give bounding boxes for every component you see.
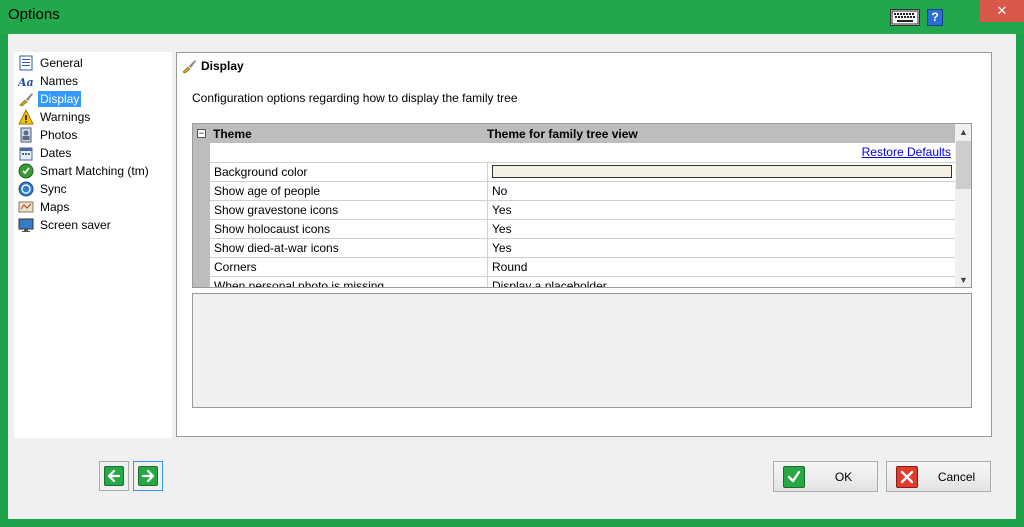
grid-row-holocaust[interactable]: Show holocaust icons Yes <box>210 219 955 238</box>
keyboard-icon[interactable] <box>890 9 920 26</box>
sidebar-item-dates[interactable]: Dates <box>18 144 172 162</box>
sync-icon <box>18 181 34 197</box>
property-value-text: No <box>492 184 508 198</box>
scroll-down-icon[interactable]: ▼ <box>955 272 971 287</box>
property-value-text: Yes <box>492 222 512 236</box>
grid-row-corners[interactable]: Corners Round <box>210 257 955 276</box>
scroll-thumb[interactable] <box>956 141 971 189</box>
sidebar-item-label: Display <box>38 91 82 107</box>
sidebar-item-names[interactable]: Aa Names <box>18 72 172 90</box>
grid-gutter <box>193 124 210 287</box>
property-description-box <box>192 293 972 408</box>
arrow-left-icon <box>104 466 124 486</box>
restore-defaults-link[interactable]: Restore Defaults <box>862 145 951 159</box>
brush-icon <box>19 93 33 107</box>
category-name: Theme <box>213 127 252 141</box>
ok-label: OK <box>834 470 853 484</box>
panel-description: Configuration options regarding how to d… <box>192 91 518 105</box>
grid-scrollbar[interactable]: ▲ ▼ <box>955 124 971 287</box>
property-grid[interactable]: − Theme Theme for family tree view Resto… <box>192 123 972 288</box>
ok-button[interactable]: OK <box>773 461 878 492</box>
svg-text:Aa: Aa <box>18 76 34 89</box>
property-name: Show gravestone icons <box>214 203 339 217</box>
category-value: Theme for family tree view <box>487 127 638 141</box>
property-value[interactable] <box>487 163 955 181</box>
property-name: When personal photo is missing <box>214 279 385 288</box>
property-name: Background color <box>214 165 308 179</box>
back-button[interactable] <box>99 461 129 491</box>
property-value[interactable]: Display a placeholder <box>487 277 955 288</box>
window-title: Options <box>8 6 60 23</box>
close-button[interactable]: ✕ <box>980 0 1024 22</box>
sidebar-item-sync[interactable]: Sync <box>18 180 172 198</box>
sidebar-item-label: Dates <box>40 146 72 160</box>
property-value-text: Display a placeholder <box>492 279 607 288</box>
grid-row-gravestone[interactable]: Show gravestone icons Yes <box>210 200 955 219</box>
sidebar-item-label: General <box>40 56 83 70</box>
property-name: Corners <box>214 260 257 274</box>
map-icon <box>18 201 34 213</box>
arrow-right-icon <box>138 466 158 486</box>
sidebar-item-label: Warnings <box>40 110 91 124</box>
sidebar-item-general[interactable]: General <box>18 54 172 72</box>
restore-row: Restore Defaults <box>210 143 955 162</box>
grid-category-theme[interactable]: − Theme Theme for family tree view <box>193 124 955 143</box>
sidebar-item-photos[interactable]: Photos <box>18 126 172 144</box>
property-value[interactable]: Yes <box>487 220 955 238</box>
brush-icon <box>182 60 196 74</box>
property-value[interactable]: Yes <box>487 201 955 219</box>
sidebar-item-label: Smart Matching (tm) <box>40 164 149 178</box>
color-swatch[interactable] <box>492 165 952 178</box>
scroll-up-icon[interactable]: ▲ <box>955 124 971 141</box>
property-value[interactable]: No <box>487 182 955 200</box>
forward-button[interactable] <box>133 461 163 491</box>
property-value-text: Yes <box>492 203 512 217</box>
cancel-label: Cancel <box>937 470 976 484</box>
sidebar-item-label: Screen saver <box>40 218 111 232</box>
display-options-panel: Display Configuration options regarding … <box>176 52 992 437</box>
names-icon: Aa <box>18 76 34 89</box>
panel-title: Display <box>201 59 244 73</box>
dialog-client: General Aa Names Display Warnings Photos… <box>8 34 1016 519</box>
sidebar-item-label: Names <box>40 74 79 88</box>
sidebar-item-screen-saver[interactable]: Screen saver <box>18 216 172 234</box>
collapse-icon[interactable]: − <box>197 129 206 138</box>
property-name: Show age of people <box>214 184 321 198</box>
help-button[interactable]: ? <box>927 9 943 26</box>
options-sidebar: General Aa Names Display Warnings Photos… <box>14 52 172 438</box>
photo-icon <box>20 127 32 143</box>
sidebar-item-display[interactable]: Display <box>18 90 172 108</box>
screen-saver-icon <box>18 218 34 232</box>
property-value-text: Round <box>492 260 528 274</box>
grid-row-show-age[interactable]: Show age of people No <box>210 181 955 200</box>
property-name: Show holocaust icons <box>214 222 331 236</box>
sidebar-item-maps[interactable]: Maps <box>18 198 172 216</box>
sidebar-item-label: Sync <box>40 182 67 196</box>
cancel-button[interactable]: Cancel <box>886 461 991 492</box>
property-name: Show died-at-war icons <box>214 241 339 255</box>
general-icon <box>19 55 33 71</box>
grid-row-died-at-war[interactable]: Show died-at-war icons Yes <box>210 238 955 257</box>
warning-icon <box>18 109 34 125</box>
property-value-text: Yes <box>492 241 512 255</box>
title-bar: Options ? ✕ <box>0 0 1024 34</box>
sidebar-item-label: Photos <box>40 128 78 142</box>
calendar-icon <box>19 147 33 161</box>
grid-row-missing-photo[interactable]: When personal photo is missing Display a… <box>210 276 955 288</box>
smart-matching-icon <box>18 163 34 179</box>
sidebar-item-smart-matching[interactable]: Smart Matching (tm) <box>18 162 172 180</box>
grid-row-background-color[interactable]: Background color <box>210 162 955 181</box>
sidebar-item-warnings[interactable]: Warnings <box>18 108 172 126</box>
property-value[interactable]: Round <box>487 258 955 276</box>
sidebar-item-label: Maps <box>40 200 70 214</box>
property-value[interactable]: Yes <box>487 239 955 257</box>
